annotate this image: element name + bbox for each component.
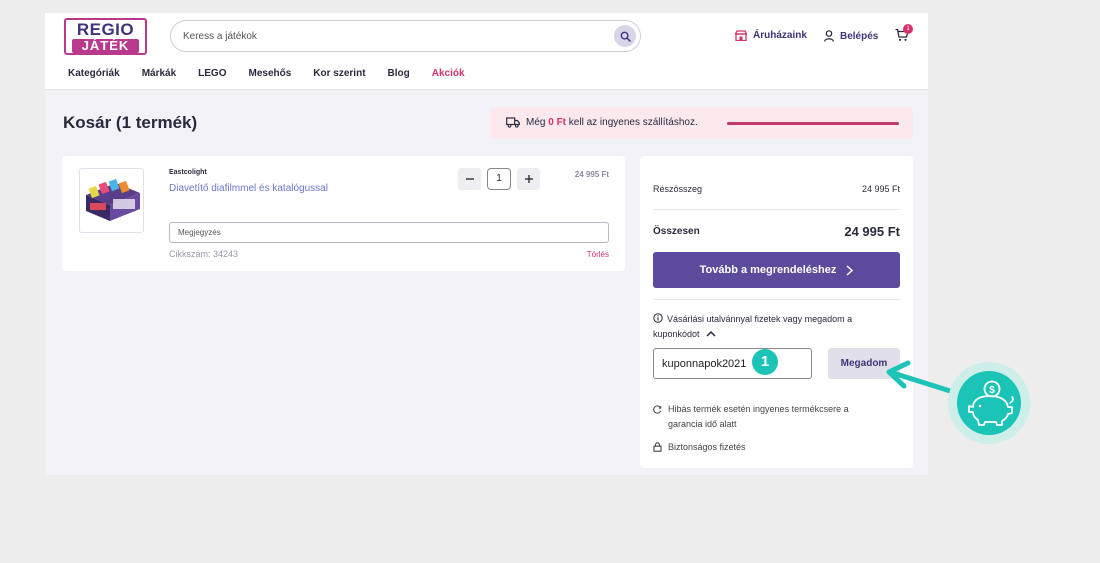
- chevron-right-icon: [846, 264, 854, 276]
- minus-icon: [465, 178, 474, 180]
- nav-item-sale[interactable]: Akciók: [432, 68, 465, 79]
- free-shipping-banner: Még 0 Ft kell az ingyenes szállításhoz.: [490, 107, 913, 139]
- subtotal-value: 24 995 Ft: [861, 184, 900, 194]
- search-button[interactable]: [614, 25, 636, 47]
- shipping-message: Még 0 Ft kell az ingyenes szállításhoz.: [526, 117, 698, 128]
- item-note-input[interactable]: [169, 222, 609, 243]
- site-logo[interactable]: REGIO JÁTÉK: [64, 18, 147, 55]
- step-number-badge: 1: [752, 349, 778, 375]
- nav-item-heroes[interactable]: Mesehős: [249, 68, 292, 79]
- browser-page: REGIO JÁTÉK Áruházaink Belépés 1 Kategór…: [45, 13, 928, 475]
- piggy-bank-inner: $: [957, 371, 1021, 435]
- exchange-info: Hibás termék esetén ingyenes termékcsere…: [653, 402, 883, 432]
- search-icon: [620, 31, 631, 42]
- piggy-bank-badge: $: [948, 362, 1030, 444]
- subtotal-label: Részösszeg: [653, 184, 703, 194]
- secure-payment-text: Biztonságos fizetés: [668, 442, 746, 452]
- logo-line1: REGIO: [76, 20, 135, 39]
- increase-quantity-button[interactable]: [517, 168, 540, 190]
- cart-item: Eastcolight Diavetítő diafilmmel és kata…: [62, 156, 625, 271]
- product-brand: Eastcolight: [169, 169, 207, 176]
- checkout-button[interactable]: Tovább a megrendeléshez: [653, 252, 900, 288]
- remove-item-link[interactable]: Törlés: [587, 250, 609, 259]
- nav-item-blog[interactable]: Blog: [388, 68, 410, 79]
- product-thumbnail[interactable]: [79, 168, 144, 233]
- stores-label: Áruházaink: [753, 30, 807, 41]
- total-label: Összesen: [653, 226, 700, 237]
- chevron-up-icon: [706, 330, 716, 337]
- plus-icon: [524, 175, 533, 183]
- search-bar: [170, 20, 641, 52]
- page-title: Kosár (1 termék): [63, 113, 198, 132]
- stores-link[interactable]: Áruházaink: [735, 30, 807, 41]
- store-icon: [735, 30, 747, 41]
- shipping-prefix: Még: [526, 117, 549, 128]
- nav-item-lego[interactable]: LEGO: [198, 68, 226, 79]
- secure-payment-info: Biztonságos fizetés: [653, 440, 746, 455]
- lock-icon: [653, 442, 662, 452]
- main-nav: Kategóriák Márkák LEGO Mesehős Kor szeri…: [68, 68, 487, 79]
- item-sku: Cikkszám: 34243: [169, 249, 239, 259]
- info-icon: [653, 313, 663, 323]
- search-input[interactable]: [183, 27, 603, 45]
- site-header: REGIO JÁTÉK Áruházaink Belépés 1 Kategór…: [45, 13, 928, 90]
- cart-count-badge: 1: [903, 24, 913, 34]
- voucher-toggle[interactable]: Vásárlási utalvánnyal fizetek vagy megad…: [653, 312, 893, 342]
- logo-line2: JÁTÉK: [72, 39, 139, 53]
- summary-divider: [653, 299, 900, 300]
- subtotal-row: Részösszeg 24 995 Ft: [653, 184, 900, 194]
- checkout-label: Tovább a megrendeléshez: [699, 264, 837, 276]
- product-name-link[interactable]: Diavetítő diafilmmel és katalógussal: [169, 183, 328, 194]
- coupon-code-input[interactable]: [653, 348, 812, 379]
- refresh-icon: [653, 405, 662, 414]
- truck-icon: [506, 117, 520, 128]
- product-box-image: [86, 178, 140, 221]
- shipping-amount: 0 Ft: [548, 117, 567, 128]
- login-link[interactable]: Belépés: [824, 30, 878, 42]
- shipping-progress-bar: [727, 122, 899, 125]
- piggy-bank-icon: $: [968, 380, 1014, 426]
- order-summary: Részösszeg 24 995 Ft Összesen 24 995 Ft …: [640, 156, 913, 468]
- shipping-suffix: kell az ingyenes szállításhoz.: [566, 117, 698, 128]
- nav-item-categories[interactable]: Kategóriák: [68, 68, 120, 79]
- quantity-stepper: 1: [458, 168, 540, 190]
- apply-coupon-button[interactable]: Megadom: [828, 348, 900, 379]
- svg-text:$: $: [989, 385, 995, 396]
- quantity-value[interactable]: 1: [487, 168, 511, 190]
- decrease-quantity-button[interactable]: [458, 168, 481, 190]
- total-value: 24 995 Ft: [844, 224, 900, 239]
- login-label: Belépés: [840, 30, 879, 42]
- exchange-info-text: Hibás termék esetén ingyenes termékcsere…: [668, 404, 849, 429]
- item-price: 24 995 Ft: [574, 170, 609, 179]
- nav-item-brands[interactable]: Márkák: [142, 68, 176, 79]
- voucher-text: Vásárlási utalvánnyal fizetek vagy megad…: [653, 314, 853, 339]
- summary-divider: [653, 209, 900, 210]
- total-row: Összesen 24 995 Ft: [653, 224, 900, 239]
- user-icon: [824, 30, 834, 42]
- nav-item-by-age[interactable]: Kor szerint: [313, 68, 365, 79]
